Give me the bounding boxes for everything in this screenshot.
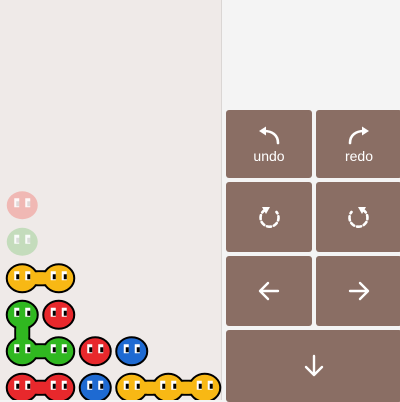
blob-link-fill	[33, 345, 48, 358]
ghost-puyo-blob	[6, 227, 38, 256]
puyo-blob	[5, 263, 39, 294]
puyo-blob	[42, 336, 76, 367]
puyo-blob	[42, 299, 76, 330]
undo-button[interactable]: undo	[226, 110, 312, 178]
blob-link-fill	[33, 272, 48, 285]
move-right-button[interactable]	[316, 256, 400, 326]
redo-button[interactable]: redo	[316, 110, 400, 178]
arrow-down-icon	[304, 354, 324, 377]
redo-arrow-icon	[348, 126, 369, 144]
blob-link-fill	[179, 381, 194, 394]
game-board	[0, 0, 222, 400]
board-canvas	[5, 191, 222, 400]
blob-link-fill	[33, 381, 48, 394]
puyo-blob	[5, 299, 39, 330]
puyo-blob	[78, 336, 112, 367]
undo-arrow-icon	[259, 126, 280, 144]
move-left-button[interactable]	[226, 256, 312, 326]
arrow-right-icon	[348, 281, 370, 301]
puyo-blob	[42, 372, 76, 400]
rotate-clockwise-icon	[348, 207, 369, 228]
blob-link-fill	[16, 325, 29, 341]
rotate-clockwise-button[interactable]	[316, 182, 400, 252]
undo-label: undo	[253, 147, 285, 164]
puyo-blob	[42, 263, 76, 294]
drop-down-button[interactable]	[226, 330, 400, 402]
puyo-blob	[78, 372, 112, 400]
arrow-left-icon	[258, 281, 280, 301]
puyo-blob	[151, 372, 185, 400]
rotate-counterclockwise-icon	[259, 207, 280, 228]
puyo-blob	[5, 372, 39, 400]
ghost-puyo-blob	[6, 191, 38, 220]
blob-link-fill	[143, 381, 157, 394]
redo-label: redo	[344, 147, 374, 164]
puyo-blob	[188, 372, 222, 400]
puyo-blob	[115, 336, 149, 367]
puyo-blob	[115, 372, 149, 400]
rotate-counterclockwise-button[interactable]	[226, 182, 312, 252]
puyo-blob	[5, 336, 39, 367]
